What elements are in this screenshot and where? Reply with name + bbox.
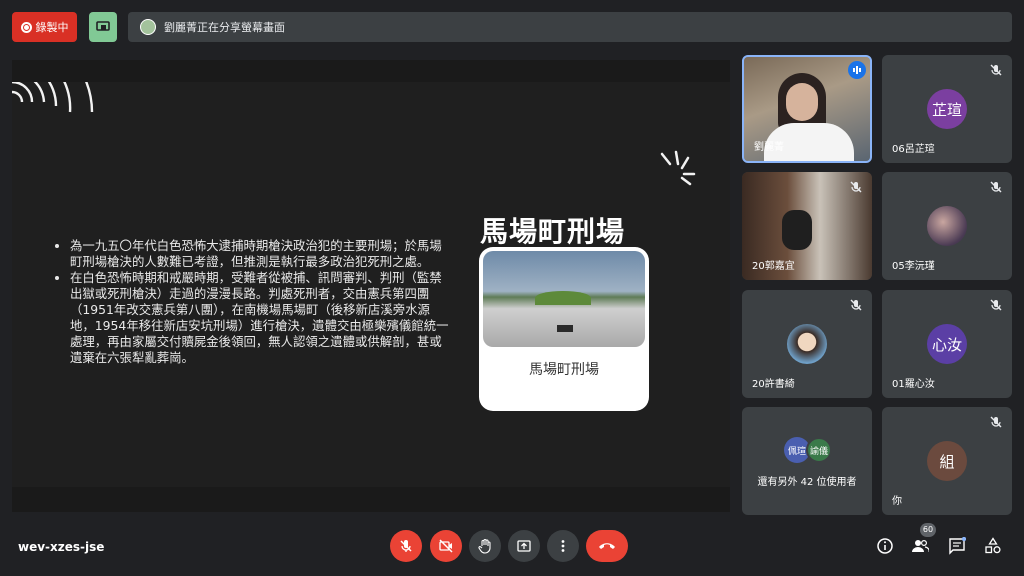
chat-button[interactable] — [947, 536, 967, 556]
camera-toggle-button[interactable] — [430, 530, 462, 562]
mic-off-icon — [850, 299, 862, 311]
mic-toggle-button[interactable] — [390, 530, 422, 562]
activities-icon — [985, 537, 1001, 554]
others-count-label: 還有另外 42 位使用者 — [757, 477, 857, 488]
meeting-code: wev-xzes-jse — [18, 540, 105, 554]
present-now-icon — [517, 540, 531, 552]
decorative-arcs — [12, 82, 94, 113]
others-tile[interactable]: 佩瑄 諭儀 還有另外 42 位使用者 — [742, 407, 872, 515]
participant-tile[interactable]: 20郭嘉宜 — [742, 172, 872, 280]
shared-slide: 馬場町刑場 為一九五〇年代白色恐怖大逮捕時期槍決政治犯的主要刑場；於馬場町刑場槍… — [12, 82, 730, 487]
activities-button[interactable] — [983, 536, 1003, 556]
recording-label: 錄製中 — [35, 21, 69, 34]
avatar: 組 — [927, 441, 967, 481]
more-options-button[interactable] — [547, 530, 579, 562]
participant-name: 20許書綺 — [752, 379, 795, 390]
mic-off-icon — [990, 64, 1002, 76]
leave-call-button[interactable] — [586, 530, 628, 562]
bottom-bar: wev-xzes-jse — [0, 520, 1024, 576]
participant-tile[interactable]: 20許書綺 — [742, 290, 872, 398]
participant-tile[interactable]: 心汝 01羅心汝 — [882, 290, 1012, 398]
avatar: 諭儀 — [806, 437, 832, 463]
presentation-toggle-button[interactable] — [89, 12, 117, 42]
presentation-stage: 馬場町刑場 為一九五〇年代白色恐怖大逮捕時期槍決政治犯的主要刑場；於馬場町刑場槍… — [12, 60, 730, 512]
avatar — [787, 324, 827, 364]
present-now-button[interactable] — [508, 530, 540, 562]
participant-tile[interactable]: 芷瑄 06呂芷瑄 — [882, 55, 1012, 163]
slide-title: 馬場町刑場 — [480, 215, 626, 248]
share-banner-text: 劉麗菁正在分享螢幕畫面 — [164, 21, 285, 34]
participant-name: 劉麗菁 — [754, 142, 784, 153]
raise-hand-button[interactable] — [469, 530, 501, 562]
audio-level-icon — [853, 66, 861, 74]
avatar: 心汝 — [927, 324, 967, 364]
participant-name: 06呂芷瑄 — [892, 144, 935, 155]
participant-name: 05李沅瑾 — [892, 261, 935, 272]
mic-off-icon — [990, 299, 1002, 311]
photo-card: 馬場町刑場 — [479, 247, 649, 411]
recording-indicator[interactable]: 錄製中 — [12, 12, 77, 42]
presenter-avatar — [140, 19, 156, 35]
people-icon — [912, 539, 929, 552]
participant-name: 20郭嘉宜 — [752, 261, 795, 272]
raise-hand-icon — [478, 538, 491, 554]
slide-bullet: 為一九五〇年代白色恐怖大逮捕時期槍決政治犯的主要刑場；於馬場町刑場槍決的人數難已… — [70, 238, 451, 270]
record-icon — [20, 21, 32, 33]
speaking-indicator — [848, 61, 866, 79]
participant-count-badge: 60 — [920, 523, 936, 537]
execution-ground-photo — [483, 251, 645, 347]
info-icon — [877, 538, 893, 554]
cam-off-icon — [439, 539, 453, 553]
hangup-icon — [599, 543, 615, 549]
meeting-details-button[interactable] — [875, 536, 895, 556]
people-button[interactable] — [910, 536, 930, 556]
participant-name: 你 — [892, 496, 902, 507]
decorative-sparkle — [660, 150, 696, 186]
participant-tile[interactable]: 05李沅瑾 — [882, 172, 1012, 280]
participant-tile[interactable]: 劉麗菁 — [742, 55, 872, 163]
mic-off-icon — [850, 181, 862, 193]
present-icon — [96, 21, 110, 31]
slide-bullet: 在白色恐怖時期和戒嚴時期，受難者從被捕、訊問審判、判刑（監禁出獄或死刑槍決）走過… — [70, 270, 451, 366]
more-icon — [561, 540, 565, 552]
chat-icon — [949, 537, 966, 555]
screen-share-banner: 劉麗菁正在分享螢幕畫面 — [128, 12, 1012, 42]
mic-off-icon — [990, 416, 1002, 428]
mic-off-icon — [990, 181, 1002, 193]
self-tile[interactable]: 組 你 — [882, 407, 1012, 515]
participant-name: 01羅心汝 — [892, 379, 935, 390]
mic-off-icon — [400, 540, 412, 552]
slide-bullets: 為一九五〇年代白色恐怖大逮捕時期槍決政治犯的主要刑場；於馬場町刑場槍決的人數難已… — [56, 238, 451, 366]
photo-caption: 馬場町刑場 — [529, 362, 599, 378]
avatar: 芷瑄 — [927, 89, 967, 129]
avatar — [927, 206, 967, 246]
top-bar: 錄製中 劉麗菁正在分享螢幕畫面 — [0, 0, 1024, 52]
